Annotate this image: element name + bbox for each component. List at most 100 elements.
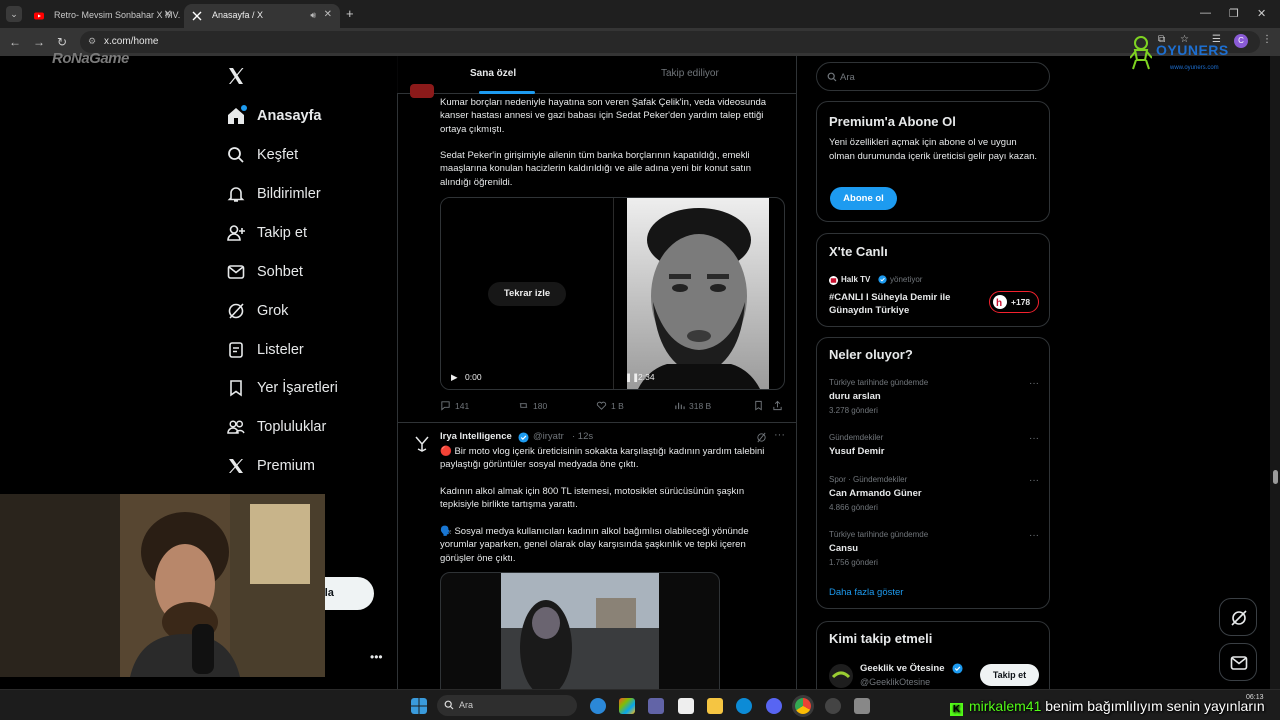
more-options-icon[interactable]: ••• [370,650,383,664]
follow-button[interactable]: Takip et [980,664,1039,686]
geeklik-avatar[interactable] [829,664,853,688]
reply-icon [441,401,450,411]
grok-icon[interactable] [756,432,767,443]
taskbar-app-icon[interactable] [590,698,606,714]
repost-button[interactable]: 180 [518,400,547,411]
grok-button[interactable] [1219,598,1257,636]
restore-icon[interactable]: ❐ [1229,7,1239,20]
grok-icon [1231,610,1247,626]
taskbar-search[interactable]: Ara [437,695,577,716]
new-tab-button[interactable]: + [346,6,354,21]
forward-icon[interactable]: → [33,35,45,49]
edge-icon[interactable] [736,698,752,714]
nav-follow[interactable]: Takip et [226,221,307,245]
subscribe-button[interactable]: Abone ol [830,187,897,210]
chat-message: benim bağımlılıyım senin yayınların [1045,698,1265,714]
search-box[interactable]: Ara [816,62,1050,91]
author-handle[interactable]: @iryatr [533,431,564,442]
live-listeners-badge[interactable]: h +178 [989,291,1039,313]
nav-notifications[interactable]: Bildirimler [226,182,321,206]
live-host-suffix: yönetiyor [890,275,923,284]
folder-icon[interactable] [707,698,723,714]
more-options-icon[interactable]: ··· [1029,433,1039,444]
browser-tab-youtube[interactable]: Retro- Mevsim Sonbahar X MV... ✕ [26,4,180,28]
play-icon[interactable]: ▶ [451,372,458,383]
halk-tv-avatar[interactable] [829,276,838,285]
search-placeholder: Ara [840,72,855,83]
video-time: 2:34 [638,372,655,382]
back-icon[interactable]: ← [9,35,21,49]
minimize-icon[interactable]: — [1200,7,1211,19]
stream-chat-message: Kmirkalem41 benim bağımlılıyım senin yay… [950,698,1265,718]
nav-lists[interactable]: Listeler [226,338,304,362]
nav-label: Anasayfa [257,108,322,124]
suggested-account-name[interactable]: Geeklik ve Ötesine [860,663,945,674]
reload-icon[interactable]: ↻ [57,35,67,49]
store-icon[interactable] [678,698,694,714]
author-name[interactable]: Irya Intelligence [440,431,512,442]
profile-avatar[interactable]: C [1234,34,1248,48]
listener-count: +178 [1011,297,1031,307]
teams-icon[interactable] [648,698,664,714]
obs-icon[interactable] [825,698,841,714]
close-tab-icon[interactable]: ✕ [164,9,172,20]
tweet-time[interactable]: · 12s [572,431,593,442]
nav-home[interactable]: Anasayfa [226,104,321,128]
irya-avatar[interactable] [410,432,434,456]
nav-explore[interactable]: Keşfet [226,143,298,167]
card-title: X'te Canlı [829,244,888,259]
views-button[interactable]: 318 B [674,400,711,411]
more-options-icon[interactable]: ··· [1029,475,1039,486]
live-card: X'te Canlı Halk TV yönetiyor #CANLI I Sü… [816,233,1050,327]
chrome-icon[interactable] [795,698,811,714]
verified-badge-icon [952,663,963,674]
home-icon [226,105,247,126]
tab-following[interactable]: Takip ediliyor [661,68,719,79]
active-tab-indicator [479,91,535,94]
tab-for-you[interactable]: Sana özel [470,68,516,79]
menu-icon[interactable]: ⋮ [1262,34,1272,45]
trend-item[interactable]: Gündemdekiler Yusuf Demir ··· [829,433,1039,457]
address-bar[interactable]: ⚙ x.com/home [80,31,1260,53]
discord-icon[interactable] [766,698,782,714]
more-options-icon[interactable]: ··· [1029,378,1039,389]
x-logo-icon[interactable] [226,66,246,86]
browser-tab-x[interactable]: Anasayfa / X 🔊︎ ✕ [184,4,340,28]
tweet-video[interactable]: Tekrar izle ▶ 0:00 ❚❚ 2:34 [440,197,785,390]
reply-button[interactable]: 141 [440,400,469,411]
like-button[interactable]: 1 B [596,400,624,411]
nav-chat[interactable]: Sohbet [226,260,303,284]
close-window-icon[interactable]: ✕ [1257,7,1266,20]
replay-button[interactable]: Tekrar izle [488,282,566,306]
live-title[interactable]: #CANLI I Süheyla Demir ile Günaydın Türk… [829,291,979,317]
nav-premium[interactable]: Premium [226,454,315,478]
tweet-image[interactable] [440,572,720,689]
scrollbar-thumb[interactable] [1273,470,1278,484]
close-tab-icon[interactable]: ✕ [324,9,332,20]
nav-grok[interactable]: Grok [226,299,288,323]
street-photo [501,573,659,689]
windows-start-icon[interactable] [411,698,427,714]
card-text: Yeni özellikleri açmak için abone ol ve … [829,137,1038,162]
trend-item[interactable]: Spor · Gündemdekiler Can Armando Güner 4… [829,475,1039,512]
share-button[interactable] [772,400,787,411]
more-options-icon[interactable]: ··· [774,429,785,441]
copilot-icon[interactable] [619,698,635,714]
show-more-link[interactable]: Daha fazla göster [829,587,903,598]
taskbar-app-icon[interactable] [854,698,870,714]
nav-bookmarks[interactable]: Yer İşaretleri [226,376,338,400]
scrollbar[interactable] [1270,56,1280,689]
repost-icon [519,403,528,408]
tab-search-icon[interactable]: ⌄ [6,6,22,22]
nav-communities[interactable]: Topluluklar [226,415,326,439]
trend-item[interactable]: Türkiye tarihinde gündemde Cansu 1.756 g… [829,530,1039,567]
site-info-icon[interactable]: ⚙ [88,36,98,46]
bookmark-button[interactable] [753,400,768,411]
avatar[interactable] [410,84,434,98]
bookmark-icon [226,378,246,398]
live-host[interactable]: Halk TV [841,275,870,284]
trend-item[interactable]: Türkiye tarihinde gündemde duru arslan 3… [829,378,1039,415]
speaker-icon[interactable]: 🔊︎ [310,10,316,21]
more-options-icon[interactable]: ··· [1029,530,1039,541]
messages-button[interactable] [1219,643,1257,681]
